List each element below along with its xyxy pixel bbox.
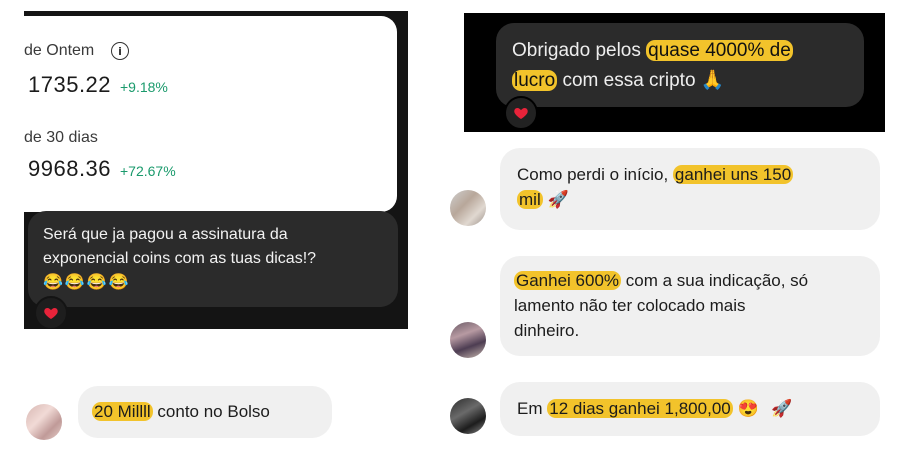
yesterday-label: de Ontem [24,42,95,59]
comment-bubble: 20 Millll conto no Bolso [78,386,332,438]
heart-icon [514,108,528,119]
comment-text: Como perdi o início, [517,165,673,184]
yesterday-change: +9.18% [120,79,168,95]
highlight: Ganhei 600% [514,271,622,290]
message-line-2: exponencial coins com as tuas dicas!? [43,250,317,267]
thirty-days-change: +72.67% [120,163,176,179]
rocket-emoji: 🚀 [771,399,793,418]
thirty-days-value: 9968.36 [28,156,112,181]
highlight: lucro [512,70,558,91]
highlight: 20 Millll [92,402,153,421]
avatar [450,190,486,226]
yesterday-value: 1735.22 [28,72,112,97]
comment-bubble: Em 12 dias ganhei 1,800,00 😍 🚀 [500,382,880,436]
comment-text: conto no Bolso [152,402,270,421]
comment-text: com a sua indicação, só [621,271,809,290]
screenshot-thanks-chat: Obrigado pelos quase 4000% de lucro com … [464,13,885,132]
message-text: Obrigado pelos [512,40,647,61]
comment-text: dinheiro. [514,321,580,340]
comment-bubble: Como perdi o início, ganhei uns 150 mil … [500,148,880,230]
highlight: quase 4000% de [646,40,793,61]
chat-bubble: Obrigado pelos quase 4000% de lucro com … [496,23,864,107]
comment-text: Em [517,399,548,418]
comment-text: lamento não ter colocado mais [514,296,746,315]
highlight: 12 dias ganhei 1,800,00 [547,399,733,418]
reaction-badge[interactable] [504,96,538,130]
highlight: ganhei uns 150 [672,165,794,184]
screenshot-portfolio-chat: de Ontem i 1735.22 +9.18% de 30 dias 996… [24,11,408,329]
praying-hands-emoji: 🙏 [700,70,725,91]
chat-bubble: Será que ja pagou a assinatura da expone… [28,211,398,307]
highlight: mil [517,190,543,209]
message-line-1: Será que ja pagou a assinatura da [43,226,288,243]
heart-eyes-emoji: 😍 [737,399,759,418]
thirty-days-label: de 30 dias [24,129,98,146]
avatar [450,398,486,434]
avatar [26,404,62,440]
message-emojis: 😂😂😂😂 [43,274,131,291]
comment-bubble: Ganhei 600% com a sua indicação, só lame… [500,256,880,356]
heart-icon [44,308,58,319]
avatar [450,322,486,358]
reaction-badge[interactable] [34,296,68,329]
info-icon[interactable]: i [111,42,129,60]
portfolio-card: de Ontem i 1735.22 +9.18% de 30 dias 996… [24,16,397,212]
message-text: com essa cripto [557,70,696,91]
rocket-emoji: 🚀 [542,190,569,209]
